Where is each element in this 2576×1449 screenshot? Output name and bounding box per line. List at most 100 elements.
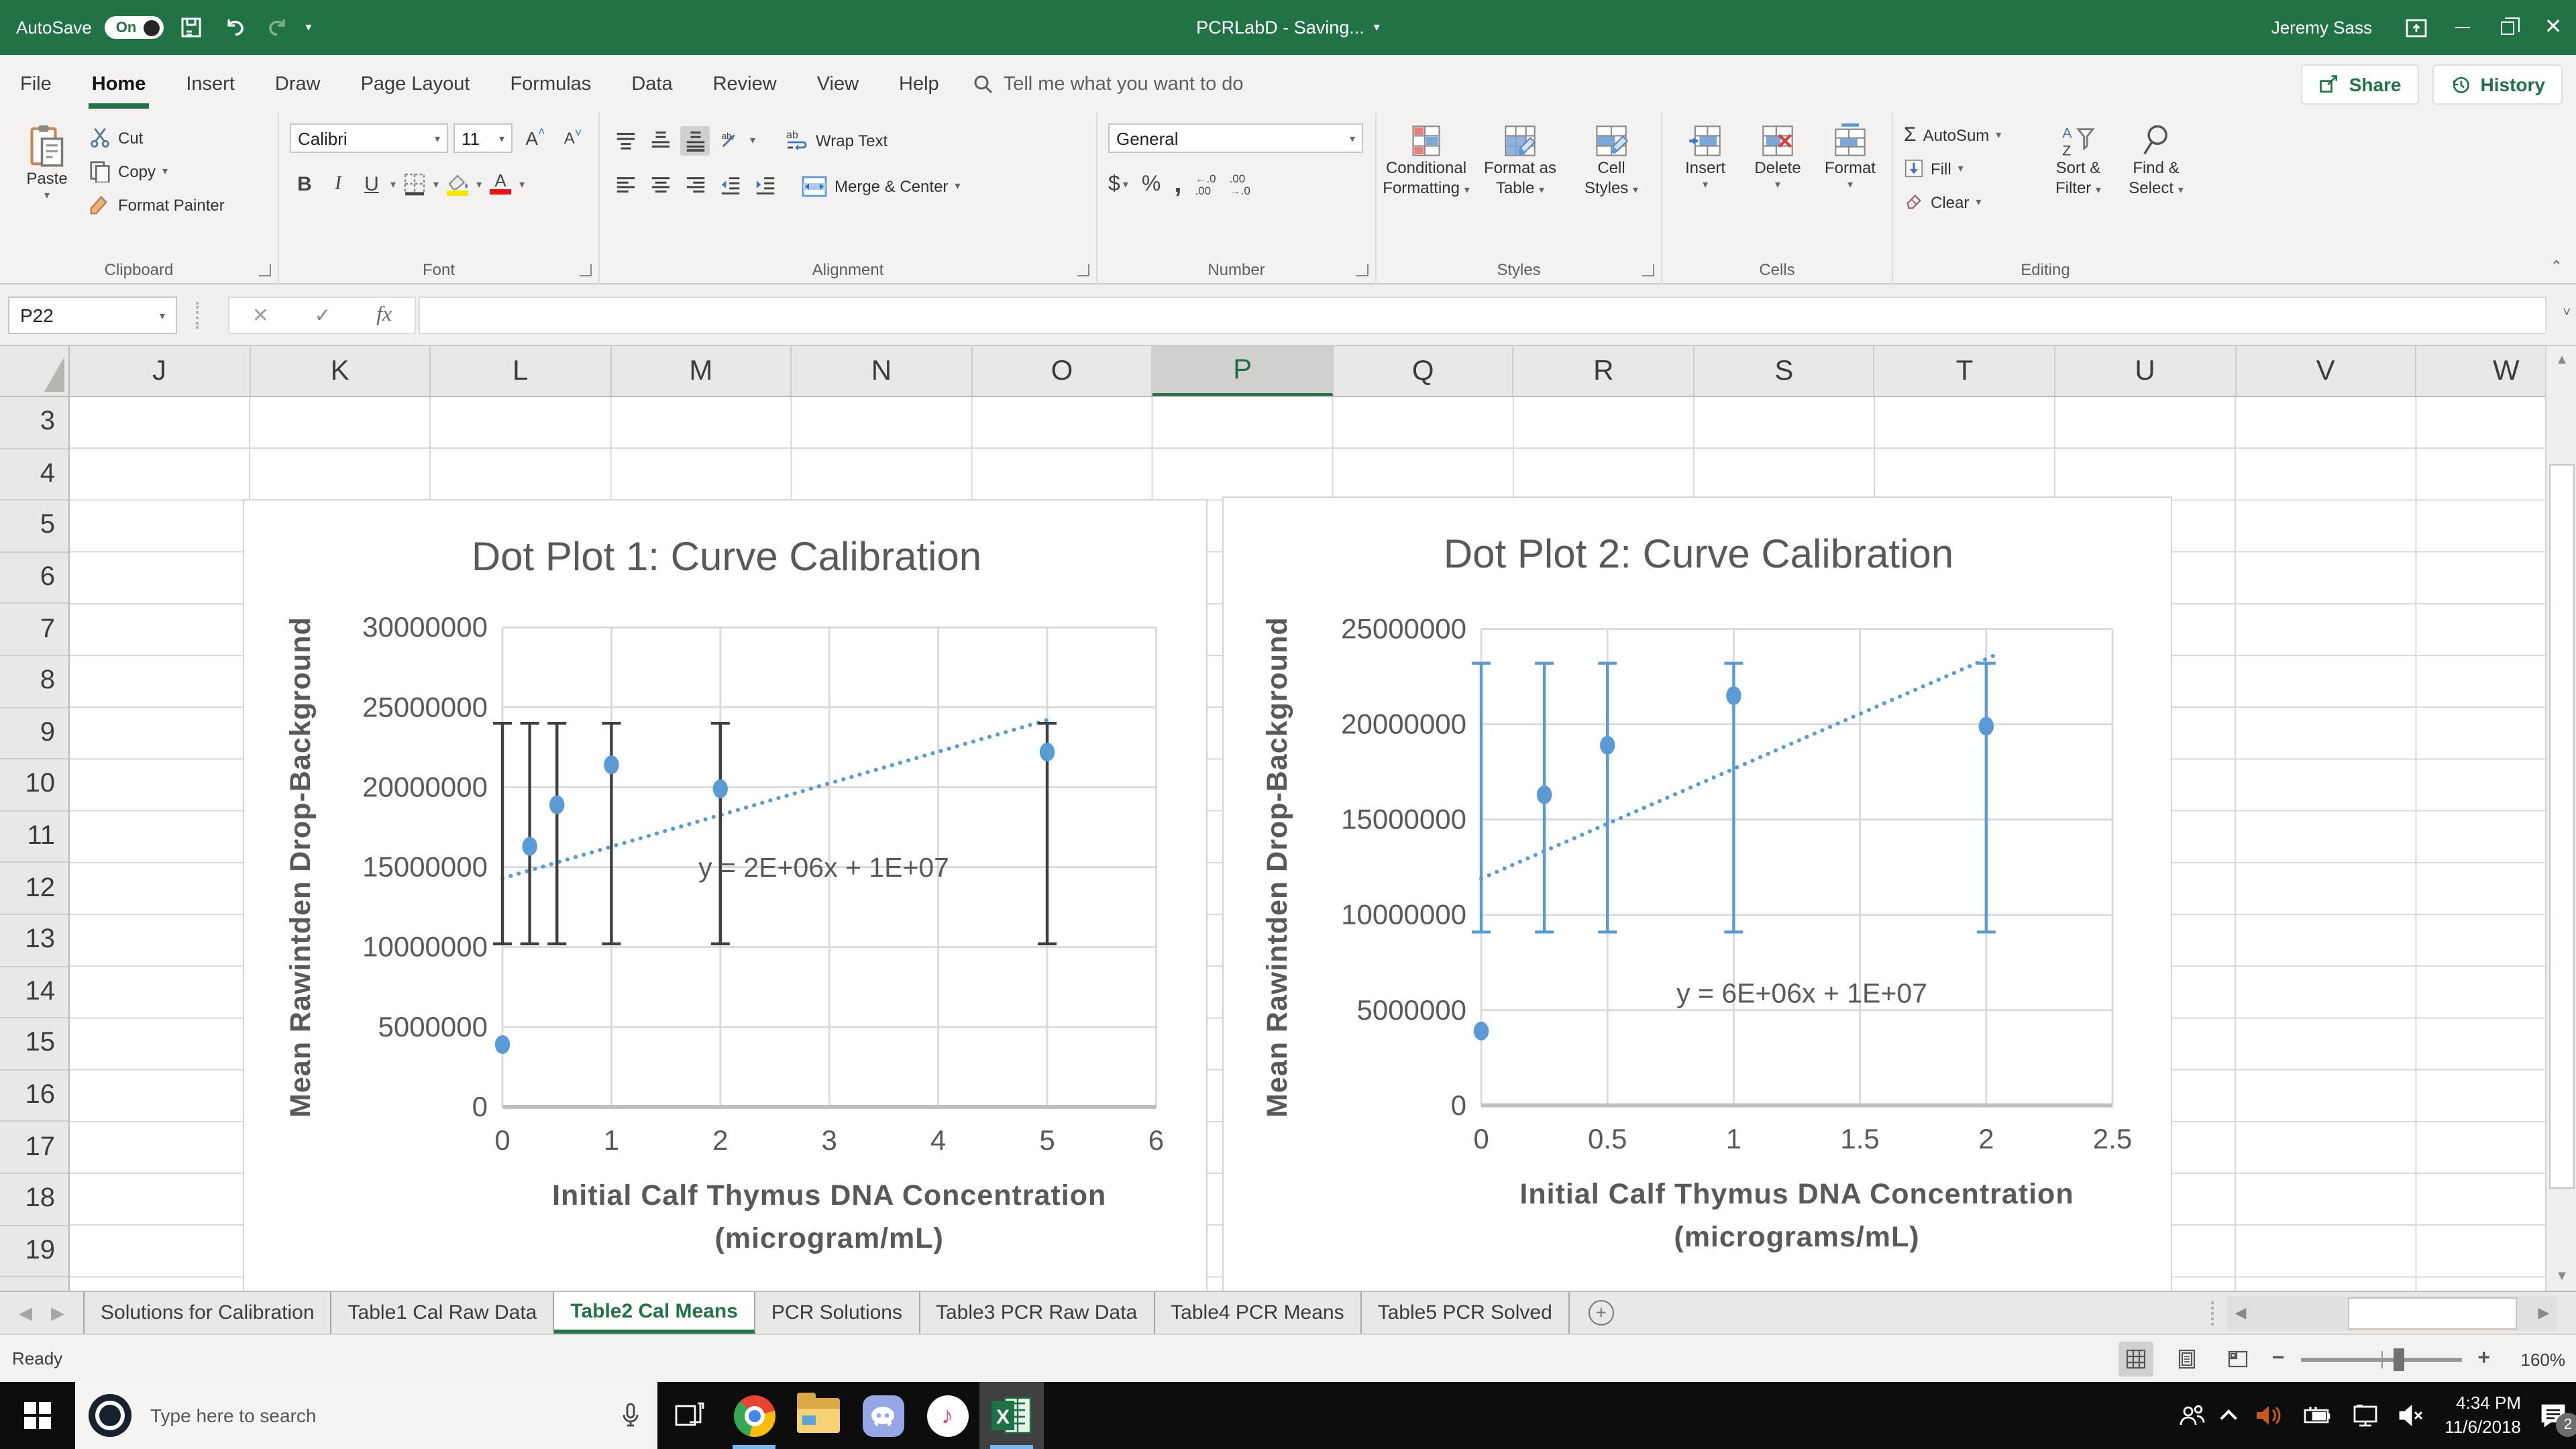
expand-formula-bar-icon[interactable]: ˅ [2563,306,2571,321]
row-header-9[interactable]: 9 [0,708,68,760]
normal-view-icon[interactable] [2118,1342,2154,1377]
row-header-15[interactable]: 15 [0,1018,68,1071]
column-header-L[interactable]: L [431,346,612,396]
column-header-S[interactable]: S [1695,346,1875,396]
column-header-N[interactable]: N [792,346,973,396]
underline-button[interactable]: U [357,169,386,199]
zoom-slider-thumb[interactable] [2394,1348,2405,1371]
row-header-5[interactable]: 5 [0,500,68,553]
font-dialog-launcher-icon[interactable] [580,264,592,276]
column-header-K[interactable]: K [250,346,431,396]
row-header-8[interactable]: 8 [0,656,68,708]
sheet-tab-table2-cal-means[interactable]: Table2 Cal Means [554,1292,755,1334]
save-icon[interactable] [176,13,206,42]
collapse-ribbon-icon[interactable]: ⌃ [2551,258,2563,275]
formula-input[interactable] [419,297,2546,334]
copy-button[interactable]: Copy ▾ [89,154,225,188]
scroll-left-icon[interactable]: ◀ [2227,1296,2254,1331]
row-header-13[interactable]: 13 [0,915,68,967]
row-header-4[interactable]: 4 [0,449,68,501]
column-header-Q[interactable]: Q [1334,346,1514,396]
select-all-corner[interactable] [0,346,70,397]
horizontal-scroll-thumb[interactable] [2348,1297,2517,1330]
ribbon-tab-review[interactable]: Review [693,55,797,113]
row-header-7[interactable]: 7 [0,604,68,656]
row-header-12[interactable]: 12 [0,863,68,915]
sheet-tab-table5-pcr-solved[interactable]: Table5 PCR Solved [1362,1292,1570,1334]
fill-button[interactable]: Fill ▾ [1904,152,2001,185]
enter-icon[interactable]: ✓ [314,303,331,327]
name-box[interactable]: P22 ▾ [8,297,177,334]
conditional-formatting-button[interactable]: Conditional Formatting ▾ [1379,113,1473,199]
ribbon-tab-formulas[interactable]: Formulas [490,55,611,113]
cut-button[interactable]: Cut [89,121,225,154]
file-explorer-taskbar-button[interactable] [786,1382,851,1449]
taskbar-clock[interactable]: 4:34 PM 11/6/2018 [2445,1392,2521,1439]
orientation-icon[interactable]: ab [715,125,745,155]
align-left-icon[interactable] [610,171,640,201]
wrap-text-button[interactable]: ab Wrap Text [785,123,888,157]
people-icon[interactable] [2178,1403,2207,1428]
taskbar-search[interactable]: Type here to search [75,1382,657,1449]
format-painter-button[interactable]: Format Painter [89,188,225,221]
zoom-slider[interactable] [2300,1348,2462,1371]
page-layout-view-icon[interactable] [2170,1342,2205,1377]
align-right-icon[interactable] [680,171,710,201]
ribbon-tab-draw[interactable]: Draw [255,55,341,113]
column-header-W[interactable]: W [2416,346,2545,396]
column-header-M[interactable]: M [611,346,792,396]
scroll-up-icon[interactable]: ▲ [2551,349,2573,372]
number-dialog-launcher-icon[interactable] [1356,264,1368,276]
alignment-dialog-launcher-icon[interactable] [1077,264,1089,276]
column-header-P[interactable]: P [1152,346,1334,396]
ribbon-tab-insert[interactable]: Insert [166,55,255,113]
sheet-tab-table4-pcr-means[interactable]: Table4 PCR Means [1155,1292,1362,1334]
comma-style-icon[interactable]: , [1174,169,1181,200]
page-break-preview-icon[interactable] [2221,1342,2256,1377]
history-button[interactable]: History [2432,64,2563,104]
qat-dropdown-icon[interactable]: ▾ [305,20,311,35]
zoom-in-icon[interactable]: + [2477,1347,2490,1371]
sheet-tab-solutions-for-calibration[interactable]: Solutions for Calibration [83,1292,332,1334]
sheet-nav-left-icon[interactable]: ◀ [19,1302,32,1324]
column-header-R[interactable]: R [1514,346,1695,396]
row-header-19[interactable]: 19 [0,1226,68,1278]
zoom-level[interactable]: 160% [2506,1349,2566,1369]
merge-center-button[interactable]: Merge & Center ▾ [801,169,960,203]
fill-color-icon[interactable] [443,169,472,199]
delete-cells-button[interactable]: Delete ▾ [1743,113,1813,192]
sheet-tab-pcr-solutions[interactable]: PCR Solutions [755,1292,920,1334]
insert-function-icon[interactable]: fx [376,303,392,327]
itunes-taskbar-button[interactable]: ♪ [915,1382,979,1449]
name-box-splitter[interactable] [196,302,199,329]
cell-styles-button[interactable]: Cell Styles ▾ [1567,113,1656,199]
find-select-button[interactable]: Find & Select ▾ [2118,113,2194,199]
action-center-icon[interactable]: 2 [2538,1402,2576,1437]
minimize-button[interactable] [2439,0,2485,55]
autosum-button[interactable]: Σ AutoSum ▾ [1904,118,2001,152]
sort-filter-button[interactable]: AZ Sort & Filter ▾ [2041,113,2116,199]
undo-icon[interactable] [219,13,249,42]
column-header-T[interactable]: T [1875,346,2056,396]
zoom-out-icon[interactable]: − [2272,1347,2285,1371]
clipboard-dialog-launcher-icon[interactable] [259,264,271,276]
battery-icon[interactable] [2301,1405,2333,1426]
format-as-table-button[interactable]: Format as Table ▾ [1476,113,1564,199]
row-header-10[interactable]: 10 [0,759,68,812]
increase-font-icon[interactable]: A ˄ [521,123,550,153]
redo-icon[interactable] [262,13,292,42]
task-view-button[interactable] [657,1382,722,1449]
row-header-6[interactable]: 6 [0,553,68,604]
start-button[interactable] [0,1382,75,1449]
row-header-17[interactable]: 17 [0,1122,68,1174]
increase-decimal-icon[interactable]: ←.0.00 [1195,172,1216,197]
ribbon-tab-view[interactable]: View [797,55,879,113]
show-hidden-icons-chevron[interactable] [2220,1409,2238,1426]
column-header-J[interactable]: J [70,346,251,396]
paste-button[interactable]: Paste ▾ [13,113,80,203]
row-header-16[interactable]: 16 [0,1070,68,1122]
network-icon[interactable] [2351,1403,2380,1428]
vertical-scroll-thumb[interactable] [2549,464,2575,1189]
column-header-U[interactable]: U [2055,346,2237,396]
row-header-3[interactable]: 3 [0,397,68,449]
